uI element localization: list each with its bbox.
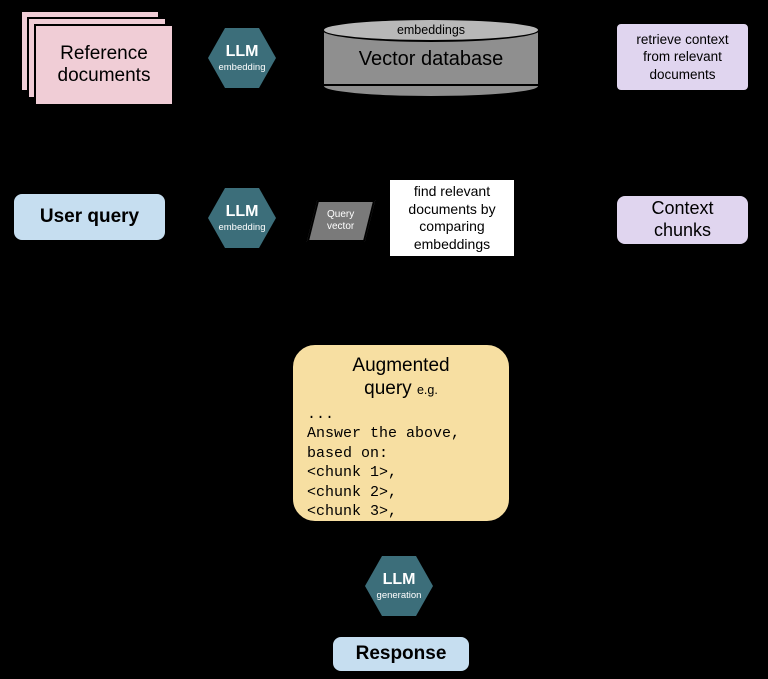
augmented-query-box: Augmented query e.g. ... Answer the abov… [291,343,511,523]
reference-documents: Reference documents [20,10,175,105]
context-chunks-box: Context chunks [615,194,750,246]
retrieve-context-box: retrieve context from relevant documents [615,22,750,92]
query-vector-text: Query vector [327,209,354,233]
llm-embedding-node-2: LLM embedding [208,188,276,248]
augmented-title-sub: query [364,378,412,399]
find-relevant-box: find relevant documents by comparing emb… [388,178,516,258]
llm-label: LLM [383,571,416,589]
find-relevant-text: find relevant documents by comparing emb… [408,183,495,253]
response-box: Response [331,635,471,673]
llm-sublabel: generation [377,590,422,601]
reference-documents-label: Reference documents [34,24,174,106]
vector-db-label: Vector database [322,48,540,71]
cylinder-top-icon: embeddings [322,18,540,42]
augmented-title: Augmented query e.g. [307,355,495,401]
llm-generation-node: LLM generation [365,556,433,616]
reference-documents-text: Reference documents [58,43,151,87]
llm-embedding-node-1: LLM embedding [208,28,276,88]
llm-sublabel: embedding [218,62,265,73]
llm-label: LLM [226,203,259,221]
user-query-text: User query [40,206,139,228]
llm-label: LLM [226,43,259,61]
context-chunks-text: Context chunks [651,198,713,241]
llm-sublabel: embedding [218,222,265,233]
augmented-eg: e.g. [417,383,438,397]
embeddings-label: embeddings [397,23,465,37]
query-vector: Query vector [307,200,375,242]
response-text: Response [356,643,447,665]
user-query-box: User query [12,192,167,242]
retrieve-context-text: retrieve context from relevant documents [636,31,728,84]
augmented-title-main: Augmented [352,355,449,376]
augmented-code: ... Answer the above, based on: <chunk 1… [307,405,495,522]
vector-database: embeddings Vector database [322,18,540,98]
